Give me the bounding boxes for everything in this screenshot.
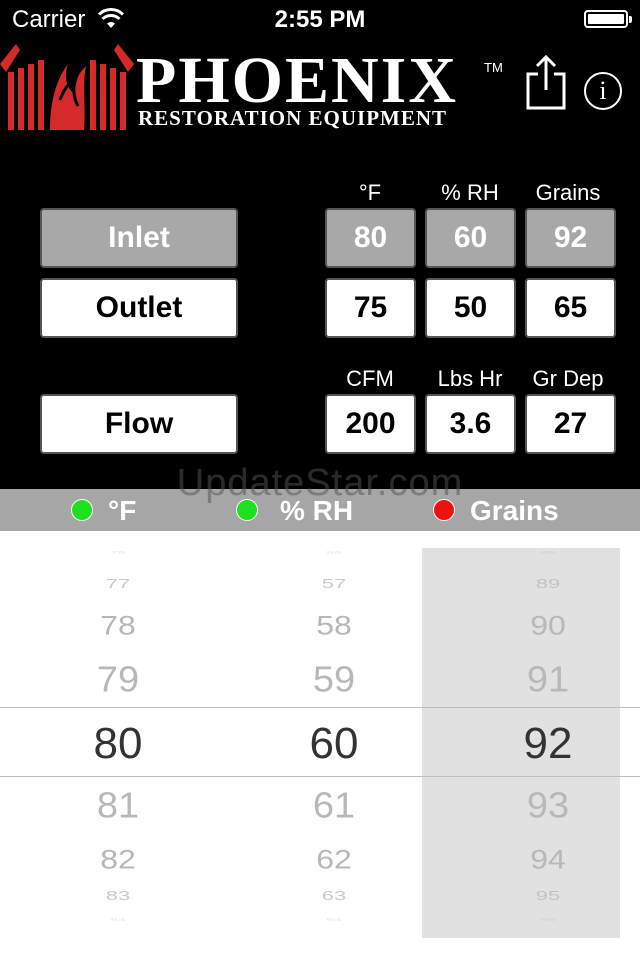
- legend-label-rh: % RH: [280, 495, 354, 526]
- trademark-label: TM: [484, 60, 503, 75]
- rh-status-icon: [236, 499, 258, 521]
- grains-status-icon: [433, 499, 455, 521]
- flow-cfm-value[interactable]: 200: [325, 394, 416, 454]
- picker-value[interactable]: 78: [18, 610, 218, 641]
- picker-value[interactable]: 58: [234, 610, 434, 641]
- picker-value[interactable]: 63: [234, 888, 434, 904]
- picker-value[interactable]: 96: [448, 916, 640, 922]
- picker-value[interactable]: 56: [234, 549, 434, 555]
- legend-label-grains: Grains: [470, 495, 559, 526]
- battery-icon: [584, 10, 632, 28]
- value-picker[interactable]: 76 77 78 79 80 81 82 83 84 56 57 58 59 60 61 62 63 64 88…: [0, 531, 640, 960]
- picker-selected-value[interactable]: 92: [448, 719, 640, 769]
- header-grains: Grains: [535, 180, 601, 205]
- picker-value[interactable]: 83: [18, 888, 218, 904]
- inlet-fahrenheit-value[interactable]: 80: [325, 208, 416, 268]
- picker-value[interactable]: 61: [234, 786, 434, 827]
- picker-value[interactable]: 81: [18, 786, 218, 827]
- picker-value[interactable]: 76: [18, 549, 218, 555]
- phoenix-logo-icon: [0, 44, 134, 130]
- picker-value[interactable]: 93: [448, 786, 640, 827]
- inlet-button[interactable]: Inlet: [40, 208, 238, 268]
- legend-label-fahrenheit: °F: [108, 495, 137, 526]
- picker-wheel-rh[interactable]: 56 57 58 59 60 61 62 63 64: [234, 531, 434, 960]
- picker-value[interactable]: 57: [234, 576, 434, 592]
- share-icon[interactable]: [524, 54, 568, 110]
- picker-wheel-grains[interactable]: 88 89 90 91 92 93 94 95 96: [448, 531, 640, 960]
- picker-value[interactable]: 90: [448, 610, 640, 641]
- picker-selected-value[interactable]: 60: [234, 719, 434, 769]
- picker-selected-value[interactable]: 80: [18, 719, 218, 769]
- fahrenheit-status-icon: [71, 499, 93, 521]
- picker-value[interactable]: 91: [448, 660, 640, 701]
- inlet-grains-value[interactable]: 92: [525, 208, 616, 268]
- picker-value[interactable]: 84: [18, 916, 218, 922]
- inlet-rh-value[interactable]: 60: [425, 208, 516, 268]
- status-bar: Carrier 2:55 PM: [0, 0, 640, 40]
- brand-name: PHOENIX: [136, 44, 459, 117]
- outlet-rh-value[interactable]: 50: [425, 278, 516, 338]
- picker-wheel-fahrenheit[interactable]: 76 77 78 79 80 81 82 83 84: [18, 531, 218, 960]
- picker-value[interactable]: 64: [234, 916, 434, 922]
- flow-gr-dep-value[interactable]: 27: [525, 394, 616, 454]
- picker-value[interactable]: 95: [448, 888, 640, 904]
- picker-value[interactable]: 62: [234, 844, 434, 875]
- info-icon[interactable]: i: [584, 72, 622, 110]
- status-time: 2:55 PM: [274, 6, 366, 33]
- header-fahrenheit: °F: [358, 180, 382, 205]
- legend-bar: UpdateStar.com °F % RH Grains: [0, 462, 640, 531]
- picker-value[interactable]: 89: [448, 576, 640, 592]
- flow-lbs-hr-value[interactable]: 3.6: [425, 394, 516, 454]
- picker-value[interactable]: 77: [18, 576, 218, 592]
- outlet-button[interactable]: Outlet: [40, 278, 238, 338]
- header-cfm: CFM: [346, 366, 394, 391]
- outlet-grains-value[interactable]: 65: [525, 278, 616, 338]
- picker-value[interactable]: 59: [234, 660, 434, 701]
- picker-value[interactable]: 94: [448, 844, 640, 875]
- picker-value[interactable]: 82: [18, 844, 218, 875]
- header-gr-dep: Gr Dep: [532, 366, 604, 391]
- flow-button[interactable]: Flow: [40, 394, 238, 454]
- header-rh: % RH: [441, 180, 499, 205]
- outlet-fahrenheit-value[interactable]: 75: [325, 278, 416, 338]
- picker-value[interactable]: 88: [448, 549, 640, 555]
- header-lbs-hr: Lbs Hr: [437, 366, 503, 391]
- brand-subtitle: RESTORATION EQUIPMENT: [138, 106, 448, 130]
- picker-value[interactable]: 79: [18, 660, 218, 701]
